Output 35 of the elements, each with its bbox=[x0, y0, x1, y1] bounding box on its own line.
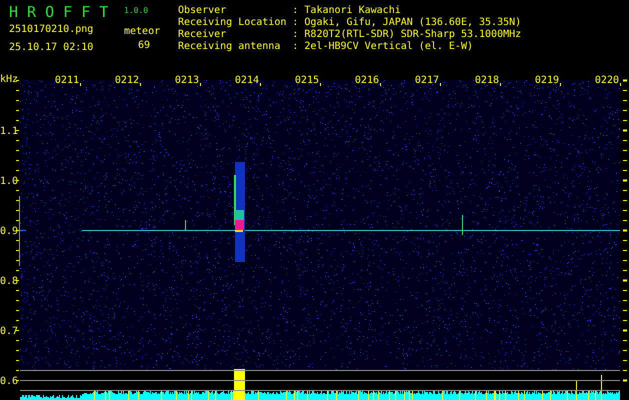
time-label: 0220 bbox=[594, 75, 619, 86]
frequency-label: 0.8 bbox=[0, 276, 18, 287]
app-title: H R O F F T bbox=[9, 4, 110, 20]
frequency-label: 0.7 bbox=[0, 326, 18, 337]
time-label: 0212 bbox=[114, 75, 139, 86]
file-name: 2510170210.png bbox=[9, 24, 94, 36]
station-value: 2el-HB9CV Vertical (el. E-W) bbox=[304, 41, 474, 53]
time-label: 0214 bbox=[234, 75, 259, 86]
separator: : bbox=[292, 17, 298, 29]
detection-count: 69 bbox=[138, 40, 150, 52]
station-value: Takanori Kawachi bbox=[304, 5, 402, 17]
timestamp: 25.10.17 02:10 bbox=[9, 42, 94, 54]
frequency-label: 1.0 bbox=[0, 176, 18, 187]
station-value: Ogaki, Gifu, JAPAN (136.60E, 35.35N) bbox=[304, 17, 522, 29]
separator: : bbox=[292, 5, 298, 17]
time-label: 0211 bbox=[54, 75, 79, 86]
station-label: Receiver bbox=[178, 29, 228, 41]
time-label: 0219 bbox=[534, 75, 559, 86]
time-label: 0215 bbox=[294, 75, 319, 86]
separator: : bbox=[292, 41, 298, 53]
axis-unit-label: kHz bbox=[0, 74, 18, 85]
station-label: Receiving antenna bbox=[178, 41, 282, 53]
frequency-label: 1.1 bbox=[0, 126, 18, 137]
separator: : bbox=[292, 29, 298, 41]
app-version: 1.0.0 bbox=[124, 6, 148, 16]
time-label: 0217 bbox=[414, 75, 439, 86]
detection-label: meteor bbox=[124, 26, 160, 38]
time-label: 0213 bbox=[174, 75, 199, 86]
station-value: R820T2(RTL-SDR) SDR-Sharp 53.1000MHz bbox=[304, 29, 522, 41]
station-label: Receiving Location bbox=[178, 17, 286, 29]
frequency-label: 0.9 bbox=[0, 226, 18, 237]
frequency-label: 0.6 bbox=[0, 376, 18, 387]
station-label: Observer bbox=[178, 5, 228, 17]
time-label: 0216 bbox=[354, 75, 379, 86]
time-label: 0218 bbox=[474, 75, 499, 86]
